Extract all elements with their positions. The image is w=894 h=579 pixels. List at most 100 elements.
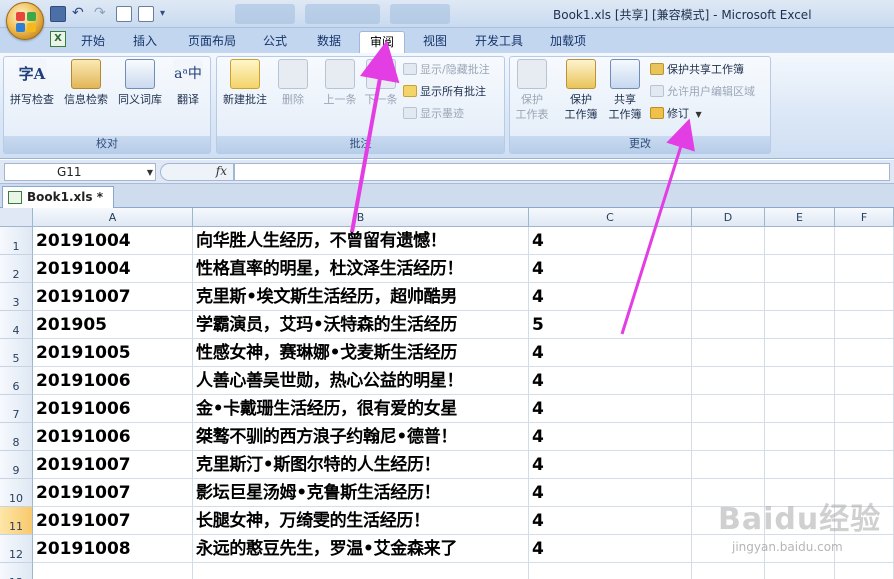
cell-c1[interactable]: 4 — [529, 227, 692, 255]
cell-a8[interactable]: 20191006 — [33, 423, 193, 451]
cell-b7[interactable]: 金•卡戴珊生活经历，很有爱的女星 — [193, 395, 529, 423]
fx-icon[interactable]: fx — [216, 164, 227, 178]
cell-d11[interactable] — [692, 507, 765, 535]
cell-d12[interactable] — [692, 535, 765, 563]
tab-view[interactable]: 视图 — [414, 31, 456, 53]
cell-b2[interactable]: 性格直率的明星，杜汶泽生活经历！ — [193, 255, 529, 283]
cell-d2[interactable] — [692, 255, 765, 283]
row-header[interactable]: 10 — [0, 479, 33, 507]
cell-f1[interactable] — [835, 227, 894, 255]
show-hide-comment-button[interactable]: 显示/隐藏批注 — [403, 61, 490, 79]
cell-c7[interactable]: 4 — [529, 395, 692, 423]
column-header-c[interactable]: C — [529, 208, 692, 227]
row-header[interactable]: 13 — [0, 563, 33, 579]
cell-a5[interactable]: 20191005 — [33, 339, 193, 367]
row-header[interactable]: 11 — [0, 507, 33, 535]
cell-f6[interactable] — [835, 367, 894, 395]
tab-formulas[interactable]: 公式 — [254, 31, 296, 53]
tab-addins[interactable]: 加载项 — [543, 31, 593, 53]
cell-b1[interactable]: 向华胜人生经历，不曾留有遗憾！ — [193, 227, 529, 255]
cell-b13[interactable] — [193, 563, 529, 579]
column-header-d[interactable]: D — [692, 208, 765, 227]
cell-f11[interactable] — [835, 507, 894, 535]
cell-a2[interactable]: 20191004 — [33, 255, 193, 283]
cell-b4[interactable]: 学霸演员，艾玛•沃特森的生活经历 — [193, 311, 529, 339]
delete-comment-button[interactable]: 删除 — [269, 59, 317, 117]
cell-d10[interactable] — [692, 479, 765, 507]
cell-d7[interactable] — [692, 395, 765, 423]
protect-shared-workbook-button[interactable]: 保护共享工作簿 — [650, 61, 744, 79]
select-all-corner[interactable] — [0, 208, 33, 227]
redo-icon[interactable]: ↷ — [94, 6, 110, 22]
protect-workbook-button[interactable]: 保护 工作簿 — [556, 59, 606, 121]
cell-e2[interactable] — [765, 255, 835, 283]
save-icon[interactable] — [50, 6, 66, 22]
tab-review[interactable]: 审阅 — [359, 31, 405, 53]
cell-e5[interactable] — [765, 339, 835, 367]
cell-e1[interactable] — [765, 227, 835, 255]
cell-e6[interactable] — [765, 367, 835, 395]
row-header[interactable]: 2 — [0, 255, 33, 283]
cell-b11[interactable]: 长腿女神，万绮雯的生活经历！ — [193, 507, 529, 535]
tab-developer[interactable]: 开发工具 — [468, 31, 530, 53]
cell-a13[interactable] — [33, 563, 193, 579]
row-header[interactable]: 6 — [0, 367, 33, 395]
next-comment-button[interactable]: 下一条 — [359, 59, 403, 117]
translate-button[interactable]: aᵃ中 翻译 — [162, 59, 214, 117]
protect-sheet-button[interactable]: 保护 工作表 — [510, 59, 554, 121]
cell-d3[interactable] — [692, 283, 765, 311]
name-box[interactable]: G11 ▼ — [4, 163, 156, 181]
row-header[interactable]: 8 — [0, 423, 33, 451]
cell-e10[interactable] — [765, 479, 835, 507]
cell-f12[interactable] — [835, 535, 894, 563]
tab-insert[interactable]: 插入 — [124, 31, 166, 53]
formula-input[interactable] — [234, 163, 890, 181]
new-comment-button[interactable]: 新建批注 — [219, 59, 271, 117]
cell-b10[interactable]: 影坛巨星汤姆•克鲁斯生活经历！ — [193, 479, 529, 507]
cell-b6[interactable]: 人善心善吴世勋，热心公益的明星！ — [193, 367, 529, 395]
cell-f13[interactable] — [835, 563, 894, 579]
cell-f9[interactable] — [835, 451, 894, 479]
cell-a12[interactable]: 20191008 — [33, 535, 193, 563]
cell-a3[interactable]: 20191007 — [33, 283, 193, 311]
cell-c12[interactable]: 4 — [529, 535, 692, 563]
show-ink-button[interactable]: 显示墨迹 — [403, 105, 464, 123]
customize-qat-icon[interactable]: ▾ — [160, 6, 176, 22]
allow-edit-ranges-button[interactable]: 允许用户编辑区域 — [650, 83, 755, 101]
row-header[interactable]: 1 — [0, 227, 33, 255]
cell-a4[interactable]: 201905 — [33, 311, 193, 339]
cell-b12[interactable]: 永远的憨豆先生，罗温•艾金森来了 — [193, 535, 529, 563]
cell-b8[interactable]: 桀骜不驯的西方浪子约翰尼•德普！ — [193, 423, 529, 451]
cell-e8[interactable] — [765, 423, 835, 451]
cell-e7[interactable] — [765, 395, 835, 423]
cell-e9[interactable] — [765, 451, 835, 479]
undo-icon[interactable]: ↶ — [72, 6, 88, 22]
cell-a1[interactable]: 20191004 — [33, 227, 193, 255]
cell-e4[interactable] — [765, 311, 835, 339]
new-document-icon[interactable] — [138, 6, 154, 22]
cell-d13[interactable] — [692, 563, 765, 579]
cell-d8[interactable] — [692, 423, 765, 451]
row-header[interactable]: 9 — [0, 451, 33, 479]
cell-c8[interactable]: 4 — [529, 423, 692, 451]
cell-d4[interactable] — [692, 311, 765, 339]
print-preview-icon[interactable] — [116, 6, 132, 22]
spelling-button[interactable]: 字A 拼写检查 — [6, 59, 58, 117]
row-header[interactable]: 12 — [0, 535, 33, 563]
cell-f2[interactable] — [835, 255, 894, 283]
row-header[interactable]: 4 — [0, 311, 33, 339]
row-header[interactable]: 7 — [0, 395, 33, 423]
tab-data[interactable]: 数据 — [308, 31, 350, 53]
share-workbook-button[interactable]: 共享 工作簿 — [602, 59, 648, 121]
cell-a9[interactable]: 20191007 — [33, 451, 193, 479]
cell-c5[interactable]: 4 — [529, 339, 692, 367]
cell-c9[interactable]: 4 — [529, 451, 692, 479]
cell-c11[interactable]: 4 — [529, 507, 692, 535]
cell-a11[interactable]: 20191007 — [33, 507, 193, 535]
cell-d5[interactable] — [692, 339, 765, 367]
column-header-e[interactable]: E — [765, 208, 835, 227]
cell-f5[interactable] — [835, 339, 894, 367]
cell-c13[interactable] — [529, 563, 692, 579]
cell-c3[interactable]: 4 — [529, 283, 692, 311]
thesaurus-button[interactable]: 同义词库 — [114, 59, 166, 117]
